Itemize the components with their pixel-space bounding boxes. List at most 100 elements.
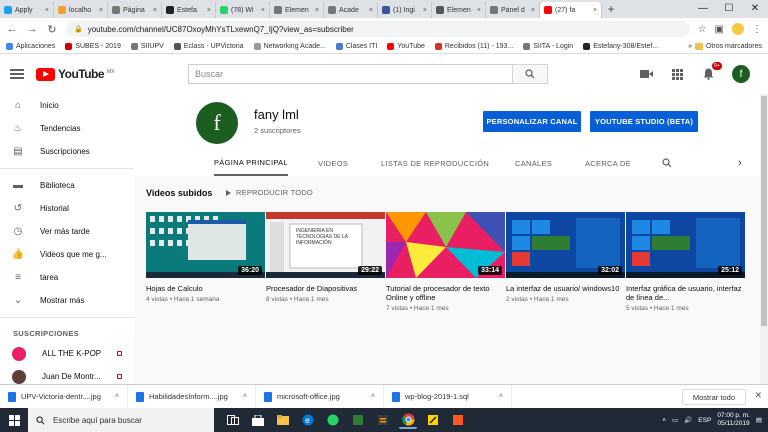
channel-tab[interactable]: VIDEOS [318, 150, 348, 176]
video-thumbnail[interactable]: 32:02 [506, 212, 625, 278]
profile-avatar[interactable] [732, 23, 744, 35]
language-indicator[interactable]: ESP [698, 417, 711, 424]
tab-close-icon[interactable]: × [207, 7, 211, 14]
tab-close-icon[interactable]: × [369, 7, 373, 14]
page-scrollbar[interactable] [760, 94, 768, 384]
browser-tab[interactable]: Estefa × [162, 2, 216, 18]
volume-icon[interactable]: 🔊 [684, 416, 692, 424]
download-item[interactable]: HabilidadesInform....jpg ˄ [128, 384, 256, 409]
browser-tab[interactable]: Apply × [0, 2, 54, 18]
edge-icon[interactable]: e [299, 411, 317, 429]
bookmark-item[interactable]: SIITA - Login [523, 43, 573, 50]
sidebar-item[interactable]: 👍 Videos que me g... [0, 243, 134, 266]
channel-tab[interactable]: PÁGINA PRINCIPAL [214, 150, 288, 176]
store-icon[interactable] [249, 411, 267, 429]
notifications-bell-icon[interactable]: 9+ [701, 62, 722, 81]
subscription-item[interactable]: ALL THE K-POP [0, 342, 134, 365]
whatsapp-icon[interactable] [324, 411, 342, 429]
bookmark-item[interactable]: Estefany-308/Estef... [583, 43, 658, 50]
create-video-icon[interactable] [639, 67, 653, 81]
browser-tab[interactable]: Panel d × [486, 2, 540, 18]
browser-tab[interactable]: Elemen × [270, 2, 324, 18]
menu-icon[interactable] [10, 69, 24, 79]
extension-icon[interactable]: ▣ [715, 24, 724, 35]
tab-close-icon[interactable]: × [153, 7, 157, 14]
video-card[interactable]: 33:14 Tutorial de procesador de texto Onl… [386, 212, 505, 312]
close-downloads-icon[interactable]: ✕ [754, 390, 762, 401]
subscription-item[interactable]: Juan De Montr... [0, 365, 134, 384]
browser-tab[interactable]: Elemen × [432, 2, 486, 18]
close-window-button[interactable]: ✕ [742, 0, 768, 18]
tabs-next-chevron-icon[interactable]: › [738, 150, 742, 176]
sidebar-item[interactable]: ↺ Historial [0, 197, 134, 220]
play-all-button[interactable]: REPRODUCIR TODO [226, 188, 313, 197]
task-view-icon[interactable] [224, 411, 242, 429]
channel-tab[interactable]: LISTAS DE REPRODUCCIÓN [381, 150, 489, 176]
video-title[interactable]: La interfaz de usuario/ windows10 [506, 284, 625, 293]
browser-tab[interactable]: (1) Ingi × [378, 2, 432, 18]
tab-close-icon[interactable]: × [531, 7, 535, 14]
account-avatar[interactable]: f [732, 65, 750, 83]
browser-tab[interactable]: Acade × [324, 2, 378, 18]
tab-close-icon[interactable]: × [423, 7, 427, 14]
other-bookmarks[interactable]: Otros marcadores [706, 43, 762, 50]
sidebar-item[interactable]: ▬ Biblioteca [0, 174, 134, 197]
bookmark-item[interactable]: Recibidos (11) - 193... [434, 43, 513, 50]
chevron-up-icon[interactable]: ˄ [371, 393, 375, 400]
clock[interactable]: 07:00 p. m. 05/11/2019 [717, 412, 750, 428]
sublime-icon[interactable] [374, 411, 392, 429]
browser-tab[interactable]: (78) Wi × [216, 2, 270, 18]
download-item[interactable]: UPV-Victoria-dentr....jpg ˄ [0, 384, 128, 409]
customize-channel-button[interactable]: PERSONALIZAR CANAL [483, 111, 581, 132]
video-title[interactable]: Tutorial de procesador de texto Online y… [386, 284, 505, 302]
video-thumbnail[interactable]: 33:14 [386, 212, 505, 278]
star-icon[interactable]: ☆ [698, 24, 707, 35]
tab-close-icon[interactable]: × [261, 7, 265, 14]
tab-close-icon[interactable]: × [477, 7, 481, 14]
browser-tab[interactable]: (27) fa × [540, 2, 602, 18]
url-field[interactable]: 🔒 youtube.com/channel/UC87OxoyMhYsTLxewn… [66, 21, 690, 37]
windows-start-icon[interactable] [0, 408, 28, 432]
sidebar-item[interactable]: ≡ tarea [0, 266, 134, 289]
chrome-icon[interactable] [399, 411, 417, 429]
video-card[interactable]: 32:02 La interfaz de usuario/ windows10 2 … [506, 212, 625, 303]
bookmark-item[interactable]: Eclass - UPVictoria [173, 43, 244, 50]
action-center-icon[interactable]: ▤ [756, 416, 762, 424]
search-input[interactable] [188, 64, 512, 84]
sidebar-item[interactable]: ⌂ Inicio [0, 94, 134, 117]
video-card[interactable]: INGENIERÍA EN TECNOLOGÍAS DE LA INFORMAC… [266, 212, 385, 303]
bookmark-item[interactable]: Aplicaciones [6, 43, 55, 50]
video-card[interactable]: 36:20 Hojas de Calculo 4 vistas • Hace 1 s… [146, 212, 265, 303]
video-title[interactable]: Hojas de Calculo [146, 284, 265, 293]
bookmarks-more-icon[interactable]: » [688, 43, 692, 50]
app-orange-icon[interactable] [449, 411, 467, 429]
video-thumbnail[interactable]: INGENIERÍA EN TECNOLOGÍAS DE LA INFORMAC… [266, 212, 385, 278]
video-thumbnail[interactable]: 25:12 [626, 212, 745, 278]
tab-close-icon[interactable]: × [99, 7, 103, 14]
video-thumbnail[interactable]: 36:20 [146, 212, 265, 278]
bookmark-item[interactable]: SIIUPV [130, 43, 164, 50]
browser-tab[interactable]: Página × [108, 2, 162, 18]
file-explorer-icon[interactable] [274, 411, 292, 429]
back-icon[interactable]: ← [6, 23, 18, 35]
download-item[interactable]: wp-blog-2019-1.sql ˄ [384, 384, 512, 409]
new-tab-button[interactable]: + [602, 2, 620, 18]
download-item[interactable]: microsoft-office.jpg ˄ [256, 384, 384, 409]
chevron-up-icon[interactable]: ˄ [243, 393, 247, 400]
sidebar-item[interactable]: ▤ Suscripciones [0, 140, 134, 163]
sidebar-item[interactable]: ⌄ Mostrar más [0, 289, 134, 312]
chevron-up-icon[interactable]: ˄ [115, 393, 119, 400]
channel-tab[interactable]: ACERCA DE [585, 150, 631, 176]
reload-icon[interactable]: ↻ [46, 23, 58, 36]
browser-tab[interactable]: localho × [54, 2, 108, 18]
minimize-button[interactable]: — [690, 0, 716, 18]
show-all-downloads-button[interactable]: Mostrar todo [681, 389, 746, 405]
bookmark-item[interactable]: SUBES - 2019 [65, 43, 121, 50]
channel-search-icon[interactable] [662, 150, 672, 176]
forward-icon[interactable]: → [26, 23, 38, 35]
bookmark-item[interactable]: YouTube [387, 43, 425, 50]
network-icon[interactable]: ▭ [672, 416, 678, 424]
video-title[interactable]: Interfaz gráfica de usuario, interfaz de… [626, 284, 745, 302]
sidebar-item[interactable]: ◷ Ver más tarde [0, 220, 134, 243]
youtube-logo[interactable]: YouTube MX [36, 67, 115, 81]
